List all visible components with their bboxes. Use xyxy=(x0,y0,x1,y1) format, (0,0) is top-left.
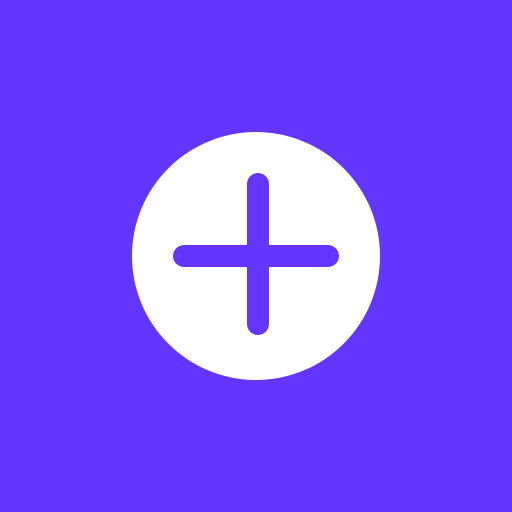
plus-icon xyxy=(173,173,339,335)
app-tile xyxy=(0,0,512,512)
add-button[interactable] xyxy=(132,132,380,380)
